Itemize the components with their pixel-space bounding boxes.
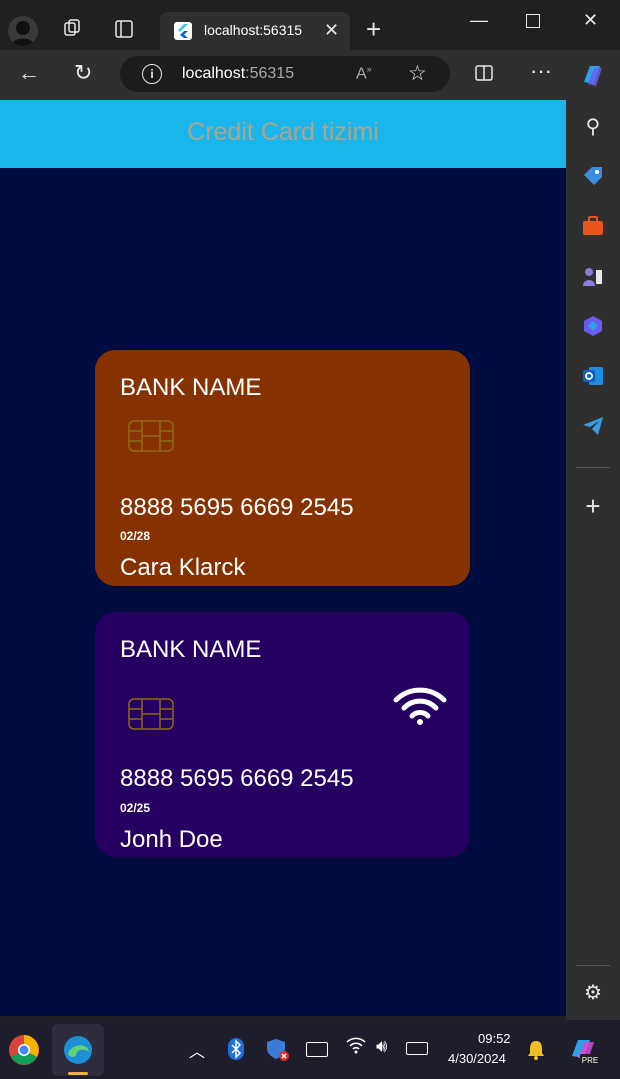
profile-avatar[interactable] bbox=[8, 16, 38, 46]
card-chip-icon bbox=[128, 420, 174, 457]
outlook-icon[interactable] bbox=[579, 362, 607, 390]
new-tab-icon[interactable]: + bbox=[366, 14, 381, 45]
address-text: localhost:56315 bbox=[182, 65, 295, 82]
site-info-icon[interactable]: i bbox=[142, 64, 162, 84]
split-screen-icon[interactable] bbox=[475, 64, 493, 82]
browser-tab[interactable]: localhost:56315 ✕ bbox=[160, 12, 350, 50]
tab-close-icon[interactable]: ✕ bbox=[324, 20, 339, 41]
copilot-app-icon[interactable] bbox=[579, 312, 607, 340]
tab-title: localhost:56315 bbox=[204, 22, 303, 38]
add-icon[interactable]: + bbox=[579, 491, 607, 521]
tab-actions-icon[interactable] bbox=[115, 20, 133, 43]
settings-gear-icon[interactable]: ⚙ bbox=[579, 978, 607, 1006]
volume-icon[interactable]: 🔊︎ bbox=[376, 1036, 387, 1057]
maximize-icon[interactable] bbox=[526, 14, 540, 28]
chrome-icon[interactable] bbox=[8, 1034, 40, 1066]
svg-text:PRE: PRE bbox=[582, 1056, 598, 1065]
card-holder-name: Jonh Doe bbox=[120, 826, 223, 853]
card-holder-name: Cara Klarck bbox=[120, 554, 246, 581]
card-bank-name: BANK NAME bbox=[120, 636, 262, 663]
sidebar-divider bbox=[576, 467, 610, 468]
contactless-wifi-icon bbox=[393, 686, 447, 731]
tools-briefcase-icon[interactable] bbox=[579, 212, 607, 240]
sidebar-divider bbox=[576, 965, 610, 966]
browser-title-bar: localhost:56315 ✕ + — ✕ bbox=[0, 0, 620, 56]
notification-bell-icon[interactable] bbox=[527, 1040, 545, 1065]
app-bar: Credit Card tizimi bbox=[0, 100, 566, 168]
app-title: Credit Card tizimi bbox=[187, 118, 379, 146]
clock-date[interactable]: 4/30/2024 bbox=[448, 1051, 506, 1066]
bluetooth-icon[interactable] bbox=[228, 1038, 244, 1065]
keyboard-icon[interactable] bbox=[306, 1042, 328, 1057]
games-icon[interactable] bbox=[579, 262, 607, 290]
favorite-star-icon[interactable]: ☆ bbox=[408, 61, 427, 86]
flutter-favicon-icon bbox=[174, 22, 192, 40]
edge-icon bbox=[62, 1034, 94, 1071]
card-expiry: 02/28 bbox=[120, 529, 151, 543]
card-expiry: 02/25 bbox=[120, 801, 151, 815]
active-indicator bbox=[68, 1072, 88, 1075]
shopping-tag-icon[interactable] bbox=[579, 162, 607, 190]
edge-sidebar: ⚲ + ⚙ bbox=[566, 100, 620, 1020]
copilot-icon[interactable] bbox=[578, 60, 608, 90]
browser-toolbar: ← ↻ i localhost:56315 A» ☆ ··· bbox=[0, 50, 620, 100]
refresh-icon[interactable]: ↻ bbox=[74, 60, 92, 86]
security-shield-icon[interactable] bbox=[266, 1038, 290, 1067]
search-icon[interactable]: ⚲ bbox=[579, 112, 607, 140]
credit-card[interactable]: BANK NAME 8888 5695 6669 2545 02/28 Cara… bbox=[95, 350, 470, 586]
more-menu-icon[interactable]: ··· bbox=[530, 58, 552, 84]
read-aloud-icon[interactable]: A» bbox=[356, 64, 372, 83]
card-bank-name: BANK NAME bbox=[120, 374, 262, 401]
battery-icon[interactable] bbox=[406, 1042, 428, 1055]
minimize-icon[interactable]: — bbox=[470, 10, 488, 31]
edge-taskbar-button[interactable] bbox=[52, 1024, 104, 1076]
send-telegram-icon[interactable] bbox=[579, 412, 607, 440]
close-window-icon[interactable]: ✕ bbox=[583, 10, 598, 31]
workspaces-icon[interactable] bbox=[62, 18, 82, 43]
tray-chevron-icon[interactable]: ︿ bbox=[189, 1038, 205, 1062]
app-page: Credit Card tizimi BANK NAME 8888 5695 6… bbox=[0, 100, 566, 1016]
credit-card[interactable]: BANK NAME 8888 5695 6669 2545 02/25 Jonh… bbox=[95, 612, 470, 857]
back-icon[interactable]: ← bbox=[18, 60, 40, 86]
card-number: 8888 5695 6669 2545 bbox=[120, 494, 354, 521]
wifi-icon[interactable] bbox=[346, 1036, 366, 1059]
card-number: 8888 5695 6669 2545 bbox=[120, 765, 354, 792]
copilot-pre-icon[interactable]: PRE bbox=[568, 1034, 600, 1066]
card-chip-icon bbox=[128, 698, 174, 735]
address-bar[interactable]: i localhost:56315 A» ☆ bbox=[120, 56, 450, 92]
windows-taskbar: ︿ 🔊︎ 09:52 4/30/2024 PRE bbox=[0, 1020, 620, 1079]
clock-time[interactable]: 09:52 bbox=[478, 1031, 511, 1046]
